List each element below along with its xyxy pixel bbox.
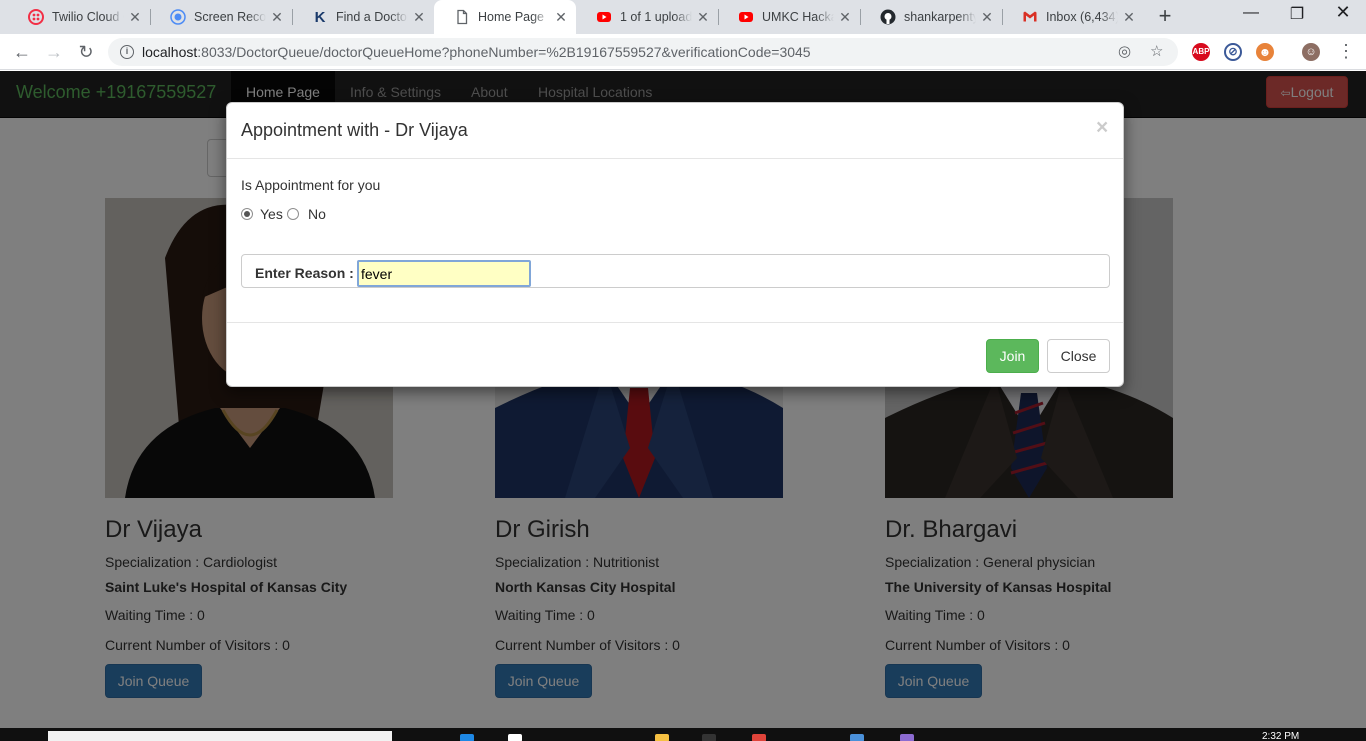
browser-tab-home-page[interactable]: Home Page ✕ [434,0,576,34]
app-icon[interactable] [900,734,914,741]
extension-icon[interactable]: ☻ [1256,43,1274,61]
reason-group: Enter Reason : [241,254,1110,288]
tab-close-icon[interactable]: ✕ [266,9,288,26]
tab-label: Twilio Cloud Communications [52,10,124,24]
edge-icon[interactable] [460,734,474,741]
clock[interactable]: 2:32 PM [1262,731,1299,741]
browser-tab-umkc-hackathon[interactable]: UMKC Hackathon ✕ [718,0,860,34]
youtube-icon [738,9,754,25]
web-page: Welcome +19167559527 Home Page Info & Se… [0,71,1366,728]
join-button[interactable]: Join [986,339,1039,373]
location-target-icon[interactable]: ◎ [1118,42,1131,60]
taskbar-search-input[interactable] [48,731,392,741]
gmail-icon [1022,9,1038,25]
tab-label: Screen Recorder [194,10,266,24]
browser-tab-find-doctor[interactable]: K Find a Doctor | Kansas ✕ [292,0,434,34]
tab-label: shankarpentyala [904,10,976,24]
browser-tab-youtube-upload[interactable]: 1 of 1 uploaded ✕ [576,0,718,34]
tab-label: UMKC Hackathon [762,10,834,24]
back-arrow-icon[interactable]: ← [10,40,34,64]
yes-radio[interactable] [241,208,253,220]
adblock-plus-icon[interactable]: ABP [1192,43,1210,61]
folder-icon[interactable] [655,734,669,741]
reason-input[interactable] [357,260,531,287]
divider [227,158,1123,159]
new-tab-plus-icon[interactable]: + [1153,5,1177,29]
youtube-icon [596,9,612,25]
no-label[interactable]: No [308,206,326,222]
browser-tab-screen-recorder[interactable]: Screen Recorder ✕ [150,0,292,34]
appointment-modal: Appointment with - Dr Vijaya × Is Appoin… [226,102,1124,387]
tab-label: Inbox (6,434) - [1046,10,1118,24]
os-taskbar: 2:32 PM [0,728,1366,741]
url-path: :8033/DoctorQueue/doctorQueueHome?phoneN… [197,44,811,60]
browser-tab-gmail[interactable]: Inbox (6,434) - ✕ [1002,0,1144,34]
window-close-icon[interactable]: ✕ [1328,2,1358,23]
bookmark-star-icon[interactable]: ☆ [1150,42,1163,60]
tab-close-icon[interactable]: ✕ [124,9,146,26]
close-button[interactable]: Close [1047,339,1110,373]
tab-close-icon[interactable]: ✕ [408,9,430,26]
tab-close-icon[interactable]: ✕ [550,9,572,26]
browser-tab-twilio[interactable]: Twilio Cloud Communications ✕ [8,0,150,34]
forward-arrow-icon[interactable]: → [42,40,66,64]
k-icon: K [314,8,326,26]
tab-close-icon[interactable]: ✕ [692,9,714,26]
reload-icon[interactable]: ↻ [74,40,98,64]
yes-label[interactable]: Yes [260,206,283,222]
page-icon [454,9,470,25]
twilio-icon [28,9,44,25]
browser-tab-github[interactable]: shankarpentyala ✕ [860,0,1002,34]
url-host: localhost [142,44,198,60]
tab-close-icon[interactable]: ✕ [1118,9,1140,26]
browser-tab-strip: Twilio Cloud Communications ✕ Screen Rec… [0,0,1366,34]
modal-title: Appointment with - Dr Vijaya [241,120,468,140]
store-icon[interactable] [508,734,522,741]
divider [227,322,1123,323]
site-info-icon[interactable]: i [120,45,134,59]
reason-label: Enter Reason : [255,265,354,281]
recorder-icon [170,9,186,25]
close-icon[interactable]: × [1096,116,1108,140]
appointment-question: Is Appointment for you [241,177,381,193]
tab-label: Find a Doctor | Kansas [336,10,408,24]
restore-icon[interactable]: ❐ [1282,4,1312,24]
minimize-icon[interactable]: — [1236,4,1266,22]
tab-close-icon[interactable]: ✕ [976,9,998,26]
tab-label: Home Page [478,10,545,24]
profile-avatar[interactable]: ☺ [1302,43,1320,61]
github-icon [880,9,896,25]
chrome-icon[interactable] [752,734,766,741]
tab-label: 1 of 1 uploaded [620,10,692,24]
tab-close-icon[interactable]: ✕ [834,9,856,26]
app-icon[interactable] [850,734,864,741]
browser-toolbar: ← → ↻ i localhost:8033/DoctorQueue/docto… [0,34,1366,70]
no-radio[interactable] [287,208,299,220]
address-bar[interactable]: i localhost:8033/DoctorQueue/doctorQueue… [108,38,1178,66]
menu-kebab-icon[interactable]: ⋮ [1337,41,1355,62]
app-icon[interactable] [702,734,716,741]
block-icon[interactable]: ⊘ [1224,43,1242,61]
